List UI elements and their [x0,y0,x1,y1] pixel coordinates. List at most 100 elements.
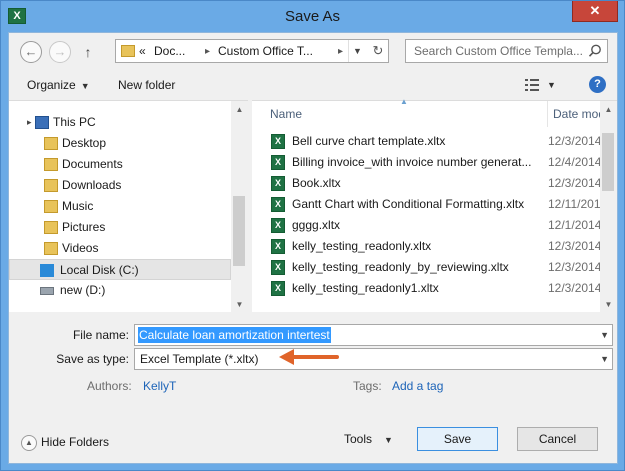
sidebar-item-desktop[interactable]: Desktop [9,133,231,154]
file-name: Billing invoice_with invoice number gene… [292,155,532,169]
file-row[interactable]: X Billing invoice_with invoice number ge… [252,152,602,173]
add-tag-link[interactable]: Add a tag [392,378,443,394]
address-bar[interactable]: « Doc... ▸ Custom Office T... ▸ ▼ ↻ [115,39,389,63]
up-arrow-icon: ↑ [84,44,92,60]
file-row[interactable]: X kelly_testing_readonly.xltx 12/3/2014 [252,236,602,257]
excel-file-icon: X [271,239,285,254]
file-row[interactable]: X kelly_testing_readonly_by_reviewing.xl… [252,257,602,278]
refresh-button[interactable]: ↻ [368,40,388,62]
search-icon [588,44,601,57]
file-date: 12/3/2014 [548,176,602,190]
file-name: gggg.xltx [292,218,341,232]
sidebar-item-label: This PC [53,115,96,129]
annotation-arrow-icon [279,349,339,365]
folder-icon [44,242,58,255]
file-name-value[interactable]: Calculate loan amortization intertest [138,327,331,343]
sidebar-item-label: Desktop [62,136,107,150]
sidebar-item-videos[interactable]: Videos [9,238,231,259]
forward-arrow-icon: → [53,44,67,59]
chevron-down-icon[interactable]: ▼ [600,349,609,369]
save-button[interactable]: Save [417,427,498,451]
computer-icon [35,116,49,129]
scroll-down-icon[interactable]: ▼ [231,296,248,313]
organize-label: Organize [27,78,76,92]
search-input[interactable]: Search Custom Office Templa... [414,44,584,59]
search-box[interactable]: Search Custom Office Templa... [405,39,608,63]
close-button[interactable]: ✕ [572,1,618,22]
folder-icon [44,200,58,213]
file-row[interactable]: X gggg.xltx 12/1/2014 [252,215,602,236]
scroll-up-icon[interactable]: ▲ [600,101,617,118]
breadcrumb-documents[interactable]: Doc... [154,44,185,59]
sidebar-item-local-disk-c[interactable]: Local Disk (C:) [9,259,231,280]
file-row[interactable]: X kelly_testing_readonly1.xltx 12/3/2014 [252,278,602,299]
sidebar-item-label: Downloads [62,178,122,192]
column-header-date-modified[interactable]: Date modi [547,101,601,127]
close-icon: ✕ [589,3,601,18]
save-as-type-value: Excel Template (*.xltx) [140,352,259,366]
file-date: 12/4/2014 [548,155,602,169]
help-button[interactable]: ? [589,76,606,93]
excel-file-icon: X [271,176,285,191]
expand-arrow-icon[interactable]: ▸ [27,112,32,133]
cancel-button[interactable]: Cancel [517,427,598,451]
sidebar-item-label: Documents [62,157,123,171]
authors-value[interactable]: KellyT [143,378,176,394]
navigation-scrollbar[interactable]: ▲ ▼ [231,101,248,313]
save-as-type-select[interactable]: Excel Template (*.xltx) ▼ [134,348,613,370]
excel-file-icon: X [271,197,285,212]
excel-file-icon: X [271,281,285,296]
sidebar-item-music[interactable]: Music [9,196,231,217]
refresh-icon: ↻ [372,43,384,58]
scroll-down-icon[interactable]: ▼ [600,296,617,313]
file-name-field[interactable]: Calculate loan amortization intertest ▼ [134,324,613,346]
column-header-name[interactable]: Name [270,101,302,127]
file-date: 12/3/2014 [548,281,602,295]
sidebar-item-pictures[interactable]: Pictures [9,217,231,238]
file-name: kelly_testing_readonly_by_reviewing.xltx [292,260,509,274]
excel-file-icon: X [271,155,285,170]
forward-button[interactable]: → [49,41,71,63]
view-details-icon[interactable] [525,79,539,91]
help-icon: ? [594,78,601,90]
sidebar-item-new-d[interactable]: new (D:) [9,280,231,301]
scroll-up-icon[interactable]: ▲ [231,101,248,118]
excel-file-icon: X [271,218,285,233]
scrollbar-thumb[interactable] [602,133,614,191]
sidebar-item-documents[interactable]: Documents [9,154,231,175]
up-button[interactable]: ↑ [79,42,97,62]
file-list-scrollbar[interactable]: ▲ ▼ [600,101,617,313]
file-date: 12/3/2014 [548,239,602,253]
scrollbar-thumb[interactable] [233,196,245,266]
breadcrumb-separator-icon[interactable]: ▸ [338,44,343,59]
file-date: 12/3/2014 [548,260,602,274]
folder-icon [44,137,58,150]
tags-label: Tags: [353,379,382,393]
file-date: 12/3/2014 [548,134,602,148]
new-folder-button[interactable]: New folder [118,77,175,93]
save-as-dialog: X Save As ✕ ← → ↑ « Doc... ▸ Custom Offi… [0,0,625,471]
view-options-dropdown[interactable]: ▼ [547,77,556,93]
breadcrumb-custom-office-templates[interactable]: Custom Office T... [218,44,313,59]
authors-label: Authors: [87,379,132,393]
file-row[interactable]: X Book.xltx 12/3/2014 [252,173,602,194]
tools-menu-button[interactable]: Tools ▼ [344,431,393,448]
sidebar-item-label: Music [62,199,94,213]
chevron-down-icon[interactable]: ▼ [600,325,609,345]
save-as-type-label: Save as type: [56,352,129,366]
breadcrumb-overflow[interactable]: « [139,44,146,59]
file-date: 12/11/2014 [548,197,602,211]
back-button[interactable]: ← [20,41,42,63]
sidebar-item-this-pc[interactable]: ▸ This PC [9,112,231,133]
organize-menu-button[interactable]: Organize ▼ [27,77,90,94]
hide-folders-button[interactable]: ▲ Hide Folders [21,434,109,451]
file-row[interactable]: X Bell curve chart template.xltx 12/3/20… [252,131,602,152]
navigation-pane: ▸ This PC Desktop Documents Downloads Mu… [9,100,248,313]
chevron-down-icon: ▼ [80,81,90,91]
file-name: Book.xltx [292,176,341,190]
address-history-dropdown[interactable]: ▼ [348,40,366,62]
sidebar-item-downloads[interactable]: Downloads [9,175,231,196]
breadcrumb-separator-icon[interactable]: ▸ [205,44,210,59]
file-row[interactable]: X Gantt Chart with Conditional Formattin… [252,194,602,215]
file-name: Gantt Chart with Conditional Formatting.… [292,197,525,211]
